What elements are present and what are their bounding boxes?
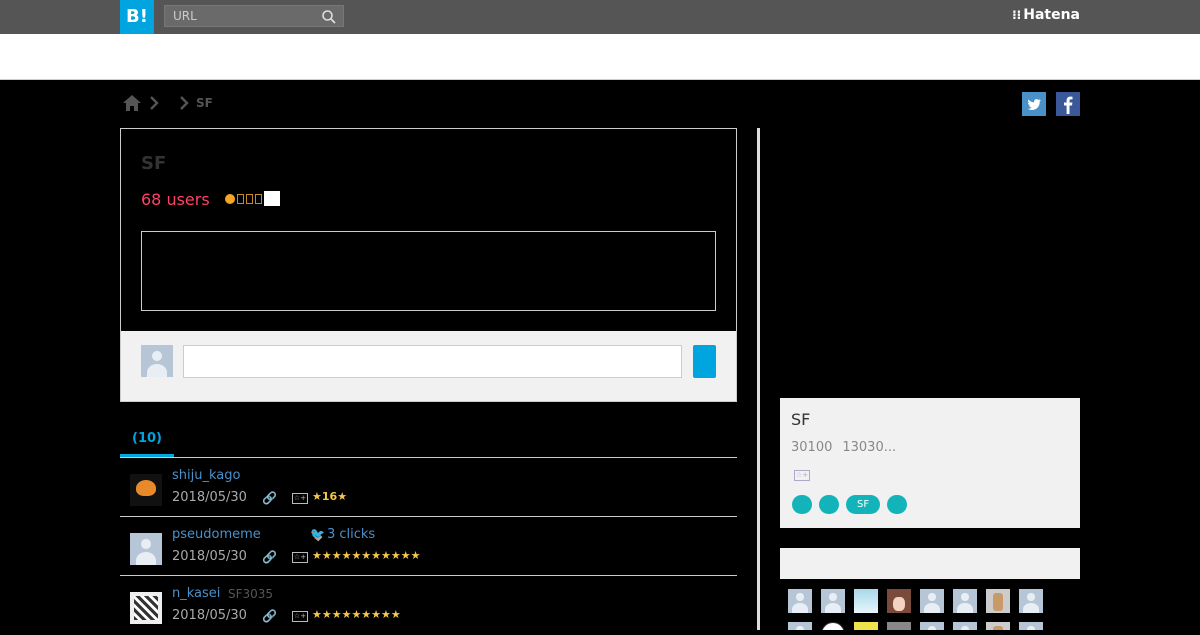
user-avatar[interactable]	[986, 589, 1010, 613]
user-avatar[interactable]	[986, 622, 1010, 630]
user-avatar[interactable]	[887, 622, 911, 630]
star-list[interactable]: ★16★	[312, 490, 347, 503]
twitter-share-button[interactable]	[1022, 92, 1046, 116]
smile-badge-icon	[225, 193, 235, 204]
badge-icon	[237, 193, 244, 204]
bookmark-row: pseudomeme ◆ 🐦 3 clicks 2018/05/30 🔗 ☆+ ★…	[120, 517, 737, 576]
breadcrumb-current[interactable]: SF	[196, 96, 213, 110]
user-avatar[interactable]	[920, 622, 944, 630]
add-star-icon[interactable]: ☆+	[292, 552, 308, 563]
url-search-input[interactable]	[165, 6, 323, 26]
user-avatar[interactable]	[854, 622, 878, 630]
chevron-right-icon	[150, 96, 159, 110]
column-divider	[757, 128, 760, 630]
users-count-link[interactable]: 68 users	[141, 190, 210, 209]
my-avatar	[141, 345, 173, 377]
user-avatar[interactable]	[953, 622, 977, 630]
bookmark-date[interactable]: 2018/05/30	[172, 608, 247, 623]
site-stats: 30100 13030...	[791, 440, 906, 455]
tag-chip[interactable]	[819, 495, 839, 514]
bookmark-row: shiju_kago 2018/05/30 🔗 ☆+ ★16★	[120, 458, 737, 517]
add-star-icon[interactable]: ☆+	[292, 493, 308, 504]
twitter-icon	[1027, 99, 1041, 110]
related-tags: SF	[792, 495, 908, 514]
user-avatar[interactable]	[1019, 589, 1043, 613]
twitter-clicks-link[interactable]: 🐦 3 clicks	[310, 527, 375, 542]
user-avatar[interactable]	[130, 474, 162, 506]
tag-chip[interactable]: SF	[846, 495, 881, 514]
site-title[interactable]: SF	[791, 410, 810, 429]
badge-icon	[255, 193, 262, 204]
user-avatar[interactable]	[887, 589, 911, 613]
tab-bookmarks[interactable]: (10)	[120, 430, 174, 457]
bookmark-username[interactable]: n_kasei	[172, 586, 220, 601]
tag-chip[interactable]	[887, 495, 908, 514]
badge-icon	[246, 193, 253, 204]
add-star-icon[interactable]: ☆+	[794, 470, 810, 481]
site-info-panel: SF 30100 13030... ☆+ SF	[780, 398, 1080, 528]
comment-form	[121, 331, 736, 401]
bookmark-row: n_kasei SF3035 2018/05/30 🔗 ☆+ ★★★★★★★★★	[120, 576, 737, 635]
user-avatar[interactable]	[788, 622, 812, 630]
bookmark-date[interactable]: 2018/05/30	[172, 549, 247, 564]
star-list[interactable]: ★★★★★★★★★★★	[312, 549, 420, 562]
user-avatar[interactable]	[821, 589, 845, 613]
user-avatar[interactable]	[953, 589, 977, 613]
tag-chip[interactable]	[792, 495, 812, 514]
star-list[interactable]: ★★★★★★★★★	[312, 608, 401, 621]
entry-summary: SF 68 users	[120, 128, 737, 402]
user-avatar[interactable]	[788, 589, 812, 613]
link-icon[interactable]: 🔗	[262, 609, 277, 623]
sub-header-bar	[0, 34, 1200, 80]
user-avatar[interactable]	[821, 622, 845, 630]
bookmarked-users-header	[780, 548, 1080, 579]
hatena-mark-icon: ⁝⁝	[1012, 8, 1022, 22]
site-thumbnail-icon	[264, 191, 280, 206]
star-icon: ★	[312, 490, 322, 503]
site-stat: 30100	[791, 440, 833, 455]
chevron-right-icon	[180, 96, 189, 110]
user-avatar[interactable]	[1019, 622, 1043, 630]
clicks-count: 3 clicks	[326, 527, 376, 542]
entry-content-box	[141, 231, 716, 311]
home-icon[interactable]	[122, 94, 142, 112]
hatena-brand-label: Hatena	[1023, 7, 1080, 23]
user-avatar[interactable]	[920, 589, 944, 613]
entry-title[interactable]: SF	[141, 153, 166, 174]
user-avatar[interactable]	[854, 589, 878, 613]
global-header: B! ⁝⁝Hatena	[0, 0, 1200, 34]
star-count: 16	[321, 490, 338, 503]
url-search-box	[164, 5, 344, 27]
user-avatar[interactable]	[130, 592, 162, 624]
link-icon[interactable]: 🔗	[262, 550, 277, 564]
bookmarked-users-grid	[788, 589, 1078, 630]
submit-bookmark-button[interactable]	[693, 345, 716, 378]
bookmark-comment: SF3035	[228, 587, 274, 601]
entry-badges	[225, 191, 280, 206]
bookmark-username[interactable]: shiju_kago	[172, 468, 240, 483]
breadcrumb: SF	[122, 92, 213, 114]
hatena-bookmark-logo[interactable]: B!	[120, 0, 154, 34]
star-icon: ★	[337, 490, 348, 503]
bookmark-username[interactable]: pseudomeme	[172, 527, 261, 542]
search-icon[interactable]	[321, 9, 337, 25]
user-avatar[interactable]	[130, 533, 162, 565]
link-icon[interactable]: 🔗	[262, 491, 277, 505]
hatena-brand-link[interactable]: ⁝⁝ Hatena	[1012, 7, 1080, 23]
site-stat: 13030...	[842, 440, 897, 455]
twitter-icon: 🐦	[310, 527, 325, 541]
bookmark-date[interactable]: 2018/05/30	[172, 490, 247, 505]
comment-input[interactable]	[183, 345, 682, 378]
add-star-icon[interactable]: ☆+	[292, 611, 308, 622]
facebook-share-button[interactable]	[1056, 92, 1080, 116]
facebook-icon	[1064, 96, 1073, 114]
